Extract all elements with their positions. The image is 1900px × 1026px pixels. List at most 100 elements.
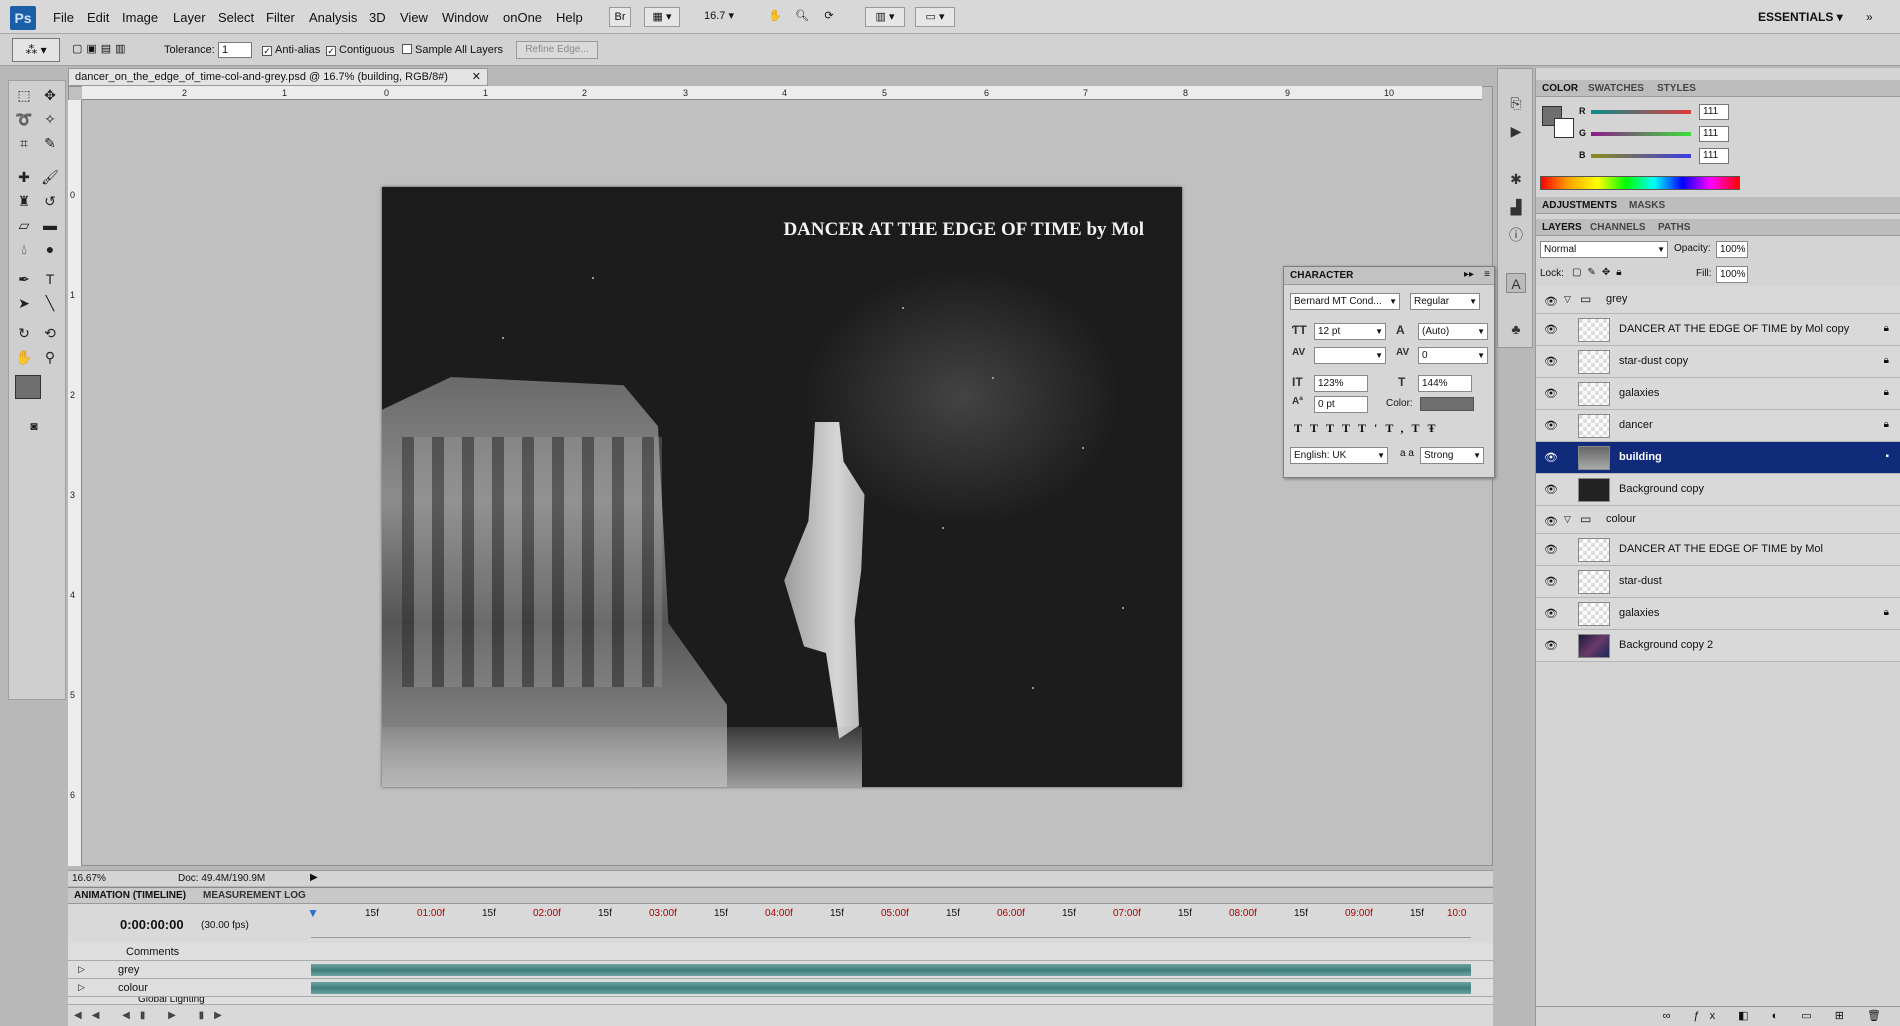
tab-channels[interactable]: CHANNELS xyxy=(1590,222,1646,233)
bridge-button[interactable]: Br xyxy=(609,7,631,27)
tolerance-input[interactable]: 1 xyxy=(218,42,252,58)
channel-b-input[interactable]: 111 xyxy=(1699,148,1729,164)
hand-tool-icon[interactable]: ✋ xyxy=(13,347,35,367)
character-panel-icon[interactable]: A xyxy=(1506,273,1526,293)
character-panel-header[interactable]: CHARACTER ▸▸ ≡ xyxy=(1284,267,1494,285)
refine-edge-button[interactable]: Refine Edge... xyxy=(516,41,598,59)
eye-icon[interactable]: 👁︎ xyxy=(1544,355,1558,368)
current-time[interactable]: 0:00:00:00 xyxy=(120,917,184,932)
menu-filter[interactable]: Filter xyxy=(266,10,295,25)
info-icon[interactable]: ⓘ xyxy=(1506,225,1526,245)
layer-row[interactable]: 👁︎ dancer 🔒︎ xyxy=(1536,410,1900,442)
eye-icon[interactable]: 👁︎ xyxy=(1544,543,1558,556)
crop-tool-icon[interactable]: ⌗ xyxy=(13,133,35,153)
channel-g-input[interactable]: 111 xyxy=(1699,126,1729,142)
eye-icon[interactable]: 👁︎ xyxy=(1544,387,1558,400)
baseline-shift-input[interactable]: 0 pt xyxy=(1314,396,1368,413)
screen-mode-button[interactable]: ▭ ▾ xyxy=(915,7,955,27)
hand-icon[interactable]: ✋ xyxy=(764,7,786,27)
menu-onone[interactable]: onOne xyxy=(503,10,542,25)
menu-edit[interactable]: Edit xyxy=(87,10,109,25)
histogram-icon[interactable]: ▟ xyxy=(1506,197,1526,217)
pen-tool-icon[interactable]: ✒ xyxy=(13,269,35,289)
channel-r-slider[interactable] xyxy=(1591,110,1691,114)
magic-wand-tool-icon[interactable]: ✧ xyxy=(39,109,61,129)
channel-g-slider[interactable] xyxy=(1591,132,1691,136)
type-tool-icon[interactable]: T xyxy=(39,269,61,289)
menu-image[interactable]: Image xyxy=(122,10,158,25)
quick-mask-icon[interactable]: ◙ xyxy=(23,416,45,436)
collapse-panel-icon[interactable]: ▸▸ xyxy=(1464,269,1474,280)
tracking-input[interactable]: 0 ▼ xyxy=(1418,347,1488,364)
move-tool-icon[interactable]: ✥ xyxy=(39,85,61,105)
layer-row[interactable]: 👁︎ star-dust xyxy=(1536,566,1900,598)
eye-icon[interactable]: 👁︎ xyxy=(1544,295,1558,308)
status-menu-arrow-icon[interactable]: ▶ xyxy=(310,872,318,883)
zoom-tool-icon[interactable]: ⚲ xyxy=(39,347,61,367)
clone-stamp-icon[interactable]: ♜ xyxy=(13,191,35,211)
layer-row[interactable]: 👁︎ galaxies 🔒︎ xyxy=(1536,598,1900,630)
channel-b-slider[interactable] xyxy=(1591,154,1691,158)
track-colour[interactable]: ▷ colour xyxy=(68,979,1493,997)
expand-triangle-icon[interactable]: ▷ xyxy=(78,982,85,993)
history-icon[interactable]: ⎘ xyxy=(1506,93,1526,113)
zoom-level-select[interactable]: 16.7 ▾ xyxy=(694,7,744,27)
gradient-tool-icon[interactable]: ▬ xyxy=(39,215,61,235)
zoom-icon[interactable]: 🔍︎ xyxy=(791,7,813,27)
history-brush-icon[interactable]: ↺ xyxy=(39,191,61,211)
tab-swatches[interactable]: SWATCHES xyxy=(1588,83,1644,94)
vertical-scale-input[interactable]: 123% xyxy=(1314,375,1368,392)
3d-rotate-icon[interactable]: ↻ xyxy=(13,323,35,343)
tab-animation-timeline[interactable]: ANIMATION (TIMELINE) xyxy=(74,890,186,901)
layer-row[interactable]: 👁︎ Background copy xyxy=(1536,474,1900,506)
marquee-tool-icon[interactable]: ⬚ xyxy=(13,85,35,105)
layer-row[interactable]: 👁︎ galaxies 🔒︎ xyxy=(1536,378,1900,410)
selection-mode-icons[interactable]: ▢▣▤▥ xyxy=(72,42,148,58)
line-tool-icon[interactable]: ╲ xyxy=(39,293,61,313)
menu-3d[interactable]: 3D xyxy=(369,10,386,25)
kerning-input[interactable]: ▼ xyxy=(1314,347,1386,364)
menu-file[interactable]: File xyxy=(53,10,74,25)
sample-all-layers-checkbox[interactable]: Sample All Layers xyxy=(402,44,503,56)
playback-controls[interactable]: ◀◀ ◀▮ ▶ ▮▶ xyxy=(74,1010,274,1024)
expand-triangle-icon[interactable]: ▷ xyxy=(78,964,85,975)
collapse-triangle-icon[interactable]: ▽ xyxy=(1564,294,1571,305)
menu-layer[interactable]: Layer xyxy=(173,10,206,25)
menu-analysis[interactable]: Analysis xyxy=(309,10,357,25)
foreground-color-swatch[interactable] xyxy=(15,375,41,399)
antialias-checkbox[interactable]: ✓ Anti-alias xyxy=(262,44,320,56)
tab-paths[interactable]: PATHS xyxy=(1658,222,1690,233)
healing-brush-icon[interactable]: ✚ xyxy=(13,167,35,187)
language-select[interactable]: English: UK ▼ xyxy=(1290,447,1388,464)
brush-tool-icon[interactable]: 🖌︎ xyxy=(39,167,61,187)
eye-icon[interactable]: 👁︎ xyxy=(1544,575,1558,588)
menu-view[interactable]: View xyxy=(400,10,428,25)
layer-row[interactable]: 👁︎ star-dust copy 🔒︎ xyxy=(1536,346,1900,378)
workspace-switcher[interactable]: ESSENTIALS ▾ xyxy=(1758,10,1843,24)
rotate-view-icon[interactable]: ⟳ xyxy=(818,7,840,27)
track-comments[interactable]: Comments xyxy=(68,943,1493,961)
minibridge-button[interactable]: ▦ ▾ xyxy=(644,7,680,27)
eye-icon[interactable]: 👁︎ xyxy=(1544,323,1558,336)
leading-input[interactable]: (Auto) ▼ xyxy=(1418,323,1488,340)
lock-options-icons[interactable]: ▢✎✥🔒︎ xyxy=(1572,267,1628,278)
blur-tool-icon[interactable]: 💧︎ xyxy=(13,239,35,259)
layer-row[interactable]: 👁︎ DANCER AT THE EDGE OF TIME by Mol cop… xyxy=(1536,314,1900,346)
layer-group-colour[interactable]: 👁︎ ▽ ▭ colour xyxy=(1536,506,1900,534)
panel-menu-icon[interactable]: ≡ xyxy=(1484,269,1490,280)
timeline-ruler[interactable]: 15f 01:00f 15f 02:00f 15f 03:00f 15f 04:… xyxy=(307,906,1471,938)
layer-row-selected[interactable]: 👁︎ building ▪ xyxy=(1536,442,1900,474)
eye-icon[interactable]: 👁︎ xyxy=(1544,451,1558,464)
image-canvas[interactable]: DANCER AT THE EDGE OF TIME by Mol xyxy=(382,187,1182,787)
layer-row[interactable]: 👁︎ Background copy 2 xyxy=(1536,630,1900,662)
text-color-swatch[interactable] xyxy=(1420,397,1474,411)
antialias-method-select[interactable]: Strong ▼ xyxy=(1420,447,1484,464)
layer-row[interactable]: 👁︎ DANCER AT THE EDGE OF TIME by Mol xyxy=(1536,534,1900,566)
eyedropper-tool-icon[interactable]: ✎ xyxy=(39,133,61,153)
status-zoom[interactable]: 16.67% xyxy=(72,873,106,884)
font-style-select[interactable]: Regular ▼ xyxy=(1410,293,1480,310)
layer-group-grey[interactable]: 👁︎ ▽ ▭ grey xyxy=(1536,286,1900,314)
opacity-input[interactable]: 100% xyxy=(1716,241,1748,258)
layers-panel-footer-icons[interactable]: ∞ ƒx ◧ ◐ ▭ ⊞ 🗑︎ xyxy=(1536,1006,1900,1026)
horizontal-scale-input[interactable]: 144% xyxy=(1418,375,1472,392)
